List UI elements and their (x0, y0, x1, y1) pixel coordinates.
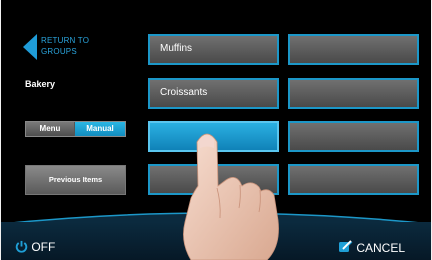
return-to-groups-button[interactable]: RETURN TO GROUPS (23, 33, 123, 61)
off-label: OFF (31, 240, 56, 254)
item-tile-label: Croissants (160, 87, 208, 98)
screen: RETURN TO GROUPS Bakery Menu Manual Prev… (1, 0, 431, 260)
mode-manual-option[interactable]: Manual (75, 122, 125, 136)
item-tile-label: Muffins (160, 43, 193, 54)
item-tile-empty[interactable] (288, 78, 419, 109)
mode-toggle[interactable]: Menu Manual (25, 121, 126, 137)
edit-icon (339, 240, 353, 252)
cancel-label: CANCEL (356, 241, 406, 255)
return-to-groups-label: RETURN TO GROUPS (41, 36, 90, 56)
item-tile-muffins[interactable]: Muffins (148, 34, 279, 65)
item-tile-empty[interactable] (288, 164, 419, 195)
group-title: Bakery (25, 79, 56, 89)
item-tile-empty[interactable] (288, 121, 419, 152)
item-tile-croissants[interactable]: Croissants (148, 78, 279, 109)
cancel-button[interactable]: CANCEL (338, 240, 405, 255)
off-button[interactable]: OFF (15, 240, 55, 254)
previous-items-button[interactable]: Previous Items (25, 165, 126, 195)
item-tile-empty[interactable] (288, 34, 419, 65)
power-icon (15, 240, 28, 253)
pointing-hand (183, 133, 279, 260)
back-arrow-icon (23, 34, 37, 60)
mode-menu-option[interactable]: Menu (26, 122, 74, 136)
